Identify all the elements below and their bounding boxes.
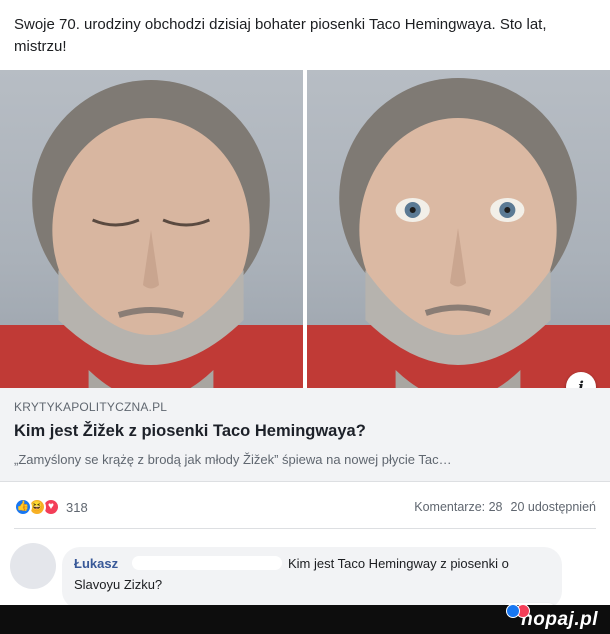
post-text: Swoje 70. urodziny obchodzi dzisiaj boha… bbox=[14, 16, 547, 55]
portrait-eyes-closed[interactable] bbox=[0, 70, 303, 388]
comment-author[interactable]: Łukasz bbox=[74, 556, 118, 571]
reaction-count: 318 bbox=[66, 499, 88, 515]
comment-text-line2: Slavoyu Zizku? bbox=[74, 577, 163, 592]
comment-like-icon bbox=[505, 604, 520, 618]
comment-bubble: Łukasz Kim jest Taco Hemingway z piosenk… bbox=[62, 547, 562, 619]
link-preview[interactable]: KRYTYKAPOLITYCZNA.PL Kim jest Žižek z pi… bbox=[0, 388, 610, 482]
link-images[interactable] bbox=[0, 70, 610, 388]
link-domain: KRYTYKAPOLITYCZNA.PL bbox=[14, 400, 168, 414]
link-description: „Zamyślony se krążę z brodą jak młody Ži… bbox=[14, 452, 452, 467]
reactions-summary[interactable]: 👍 😆 ♥ 318 bbox=[14, 498, 88, 516]
stats-right: Komentarze: 28 20 udostępnień bbox=[414, 500, 596, 514]
like-icon: 👍 bbox=[14, 498, 32, 516]
portrait-eyes-closed-drawing bbox=[0, 80, 303, 388]
shares-count[interactable]: 20 udostępnień bbox=[511, 500, 597, 514]
comments-count[interactable]: Komentarze: 28 bbox=[414, 500, 502, 514]
comment-text-line1: Kim jest Taco Hemingway z piosenki o bbox=[288, 556, 509, 571]
portrait-eyes-open-drawing bbox=[307, 78, 610, 388]
link-title[interactable]: Kim jest Žižek z piosenki Taco Hemingway… bbox=[14, 422, 366, 441]
avatar[interactable] bbox=[10, 543, 56, 589]
redacted-name bbox=[132, 556, 282, 570]
portrait-eyes-open[interactable] bbox=[307, 70, 610, 388]
post-stats: 👍 😆 ♥ 318 Komentarze: 28 20 udostępnień bbox=[0, 492, 610, 522]
brand-logo: hopaj.pl bbox=[521, 609, 598, 630]
comment: Łukasz Kim jest Taco Hemingway z piosenk… bbox=[0, 529, 610, 619]
